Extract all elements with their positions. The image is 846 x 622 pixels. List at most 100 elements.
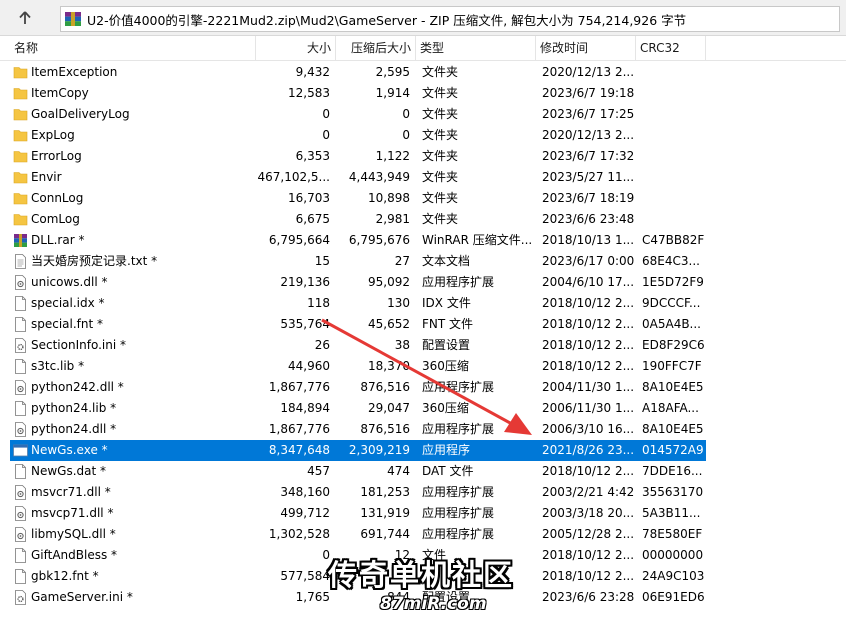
- file-row[interactable]: GoalDeliveryLog 0 0 文件夹 2023/6/7 17:25: [10, 104, 706, 125]
- file-packed-size: 130: [387, 296, 410, 310]
- file-modified: 2023/5/27 11...: [542, 170, 635, 184]
- file-row[interactable]: Envir 467,102,5... 4,443,949 文件夹 2023/5/27 1…: [10, 167, 706, 188]
- file-packed-size: [336, 566, 410, 587]
- file-row[interactable]: python242.dll * 1,867,776 876,516 应用程序扩展 200…: [10, 377, 706, 398]
- file-type: 文件夹: [422, 107, 459, 121]
- file-name: ItemException: [10, 62, 254, 83]
- file-modified: 2003/3/18 20...: [542, 506, 635, 520]
- file-row[interactable]: msvcr71.dll * 348,160 181,253 应用程序扩展 2003/2/…: [10, 482, 706, 503]
- file-packed-size: 1,122: [375, 149, 410, 163]
- file-row[interactable]: ItemCopy 12,583 1,914 文件夹 2023/6/7 19:18: [10, 83, 706, 104]
- file-row[interactable]: special.fnt * 535,764 45,652 FNT 文件 2018/10/…: [10, 314, 706, 335]
- file-row[interactable]: DLL.rar * 6,795,664 6,795,676 WinRAR 压缩文件..…: [10, 230, 706, 251]
- file-packed-size: 1,914: [375, 86, 410, 100]
- file-crc32: 1E5D72F9: [642, 275, 704, 289]
- file-modified: 2020/12/13 2...: [542, 65, 635, 79]
- file-row[interactable]: s3tc.lib * 44,960 18,370 360压缩 2018/10/12 2.…: [10, 356, 706, 377]
- file-name-text: NewGs.exe *: [31, 443, 108, 457]
- file-name: GameServer.ini *: [10, 587, 254, 608]
- column-crc32[interactable]: CRC32: [636, 36, 706, 61]
- file-crc32: [642, 188, 706, 209]
- file-crc32: ED8F29C6: [642, 338, 705, 352]
- blank-file-icon: [13, 569, 28, 584]
- file-size: 1,302,528: [268, 527, 330, 541]
- file-row[interactable]: NewGs.exe * 8,347,648 2,309,219 应用程序 2021/8/…: [10, 440, 706, 461]
- file-type: 文件夹: [422, 170, 459, 184]
- path-field[interactable]: U2-价值4000的引擎-2221Mud2.zip\Mud2\GameServe…: [60, 6, 840, 32]
- column-packed-size[interactable]: 压缩后大小: [336, 36, 416, 61]
- file-type: 应用程序扩展: [422, 485, 495, 499]
- file-name-text: msvcp71.dll *: [31, 506, 114, 520]
- file-modified: 2023/6/17 0:00: [542, 254, 635, 268]
- file-row[interactable]: ItemException 9,432 2,595 文件夹 2020/12/13 2..…: [10, 62, 706, 83]
- file-packed-size: 38: [394, 338, 410, 352]
- file-packed-size: 95,092: [368, 275, 410, 289]
- column-size[interactable]: 大小: [256, 36, 336, 61]
- file-crc32: 0A5A4B...: [642, 317, 701, 331]
- text-file-icon: [13, 254, 28, 269]
- file-row[interactable]: special.idx * 118 130 IDX 文件 2018/10/12 2...…: [10, 293, 706, 314]
- file-row[interactable]: 当天婚房预定记录.txt * 15 27 文本文档 2023/6/17 0:00 68E4…: [10, 251, 706, 272]
- file-row[interactable]: libmySQL.dll * 1,302,528 691,744 应用程序扩展 2005…: [10, 524, 706, 545]
- column-type[interactable]: 类型: [416, 36, 536, 61]
- column-header: 名称 大小 压缩后大小 类型 修改时间 CRC32: [0, 36, 846, 61]
- file-type: WinRAR 压缩文件...: [422, 233, 533, 247]
- file-row[interactable]: ErrorLog 6,353 1,122 文件夹 2023/6/7 17:32: [10, 146, 706, 167]
- file-name-text: GameServer.ini *: [31, 590, 133, 604]
- file-name: s3tc.lib *: [10, 356, 254, 377]
- file-size: 44,960: [288, 359, 330, 373]
- folder-icon: [13, 170, 28, 185]
- file-row[interactable]: ExpLog 0 0 文件夹 2020/12/13 2...: [10, 125, 706, 146]
- file-row[interactable]: gbk12.fnt * 577,584 2018/10/12 2... 24A9C10…: [10, 566, 706, 587]
- file-row[interactable]: ComLog 6,675 2,981 文件夹 2023/6/6 23:48: [10, 209, 706, 230]
- file-modified: 2018/10/12 2...: [542, 464, 635, 478]
- column-name[interactable]: 名称: [10, 36, 256, 61]
- file-packed-size: 10,898: [368, 191, 410, 205]
- dll-file-icon: [13, 485, 28, 500]
- file-type: 文件夹: [422, 65, 459, 79]
- file-type: 文件: [422, 548, 447, 562]
- file-row[interactable]: python24.dll * 1,867,776 876,516 应用程序扩展 2006…: [10, 419, 706, 440]
- file-size: 1,867,776: [268, 380, 330, 394]
- up-level-button[interactable]: [10, 6, 40, 30]
- file-crc32: 8A10E4E5: [642, 380, 704, 394]
- file-list: ItemException 9,432 2,595 文件夹 2020/12/13 2..…: [0, 62, 846, 622]
- file-size: 118: [307, 296, 330, 310]
- file-crc32: [642, 83, 706, 104]
- file-row[interactable]: NewGs.dat * 457 474 DAT 文件 2018/10/12 2... 7D…: [10, 461, 706, 482]
- file-modified: 2018/10/12 2...: [542, 317, 635, 331]
- file-modified: 2023/6/7 19:18: [542, 86, 635, 100]
- file-row[interactable]: unicows.dll * 219,136 95,092 应用程序扩展 2004/6/1…: [10, 272, 706, 293]
- file-crc32: 68E4C3...: [642, 254, 700, 268]
- file-row[interactable]: ConnLog 16,703 10,898 文件夹 2023/6/7 18:19: [10, 188, 706, 209]
- file-crc32: [642, 167, 706, 188]
- file-crc32: 06E91ED6: [642, 590, 705, 604]
- file-name: python242.dll *: [10, 377, 254, 398]
- file-row[interactable]: msvcp71.dll * 499,712 131,919 应用程序扩展 2003/3/…: [10, 503, 706, 524]
- folder-icon: [13, 149, 28, 164]
- file-row[interactable]: GameServer.ini * 1,765 844 配置设置 2023/6/6 23:…: [10, 587, 706, 608]
- blank-file-icon: [13, 296, 28, 311]
- dll-file-icon: [13, 527, 28, 542]
- file-name: Envir: [10, 167, 254, 188]
- file-name-text: special.fnt *: [31, 317, 104, 331]
- file-row[interactable]: SectionInfo.ini * 26 38 配置设置 2018/10/12 2...…: [10, 335, 706, 356]
- file-crc32: [642, 146, 706, 167]
- file-type: 360压缩: [422, 401, 469, 415]
- file-modified: 2023/6/7 18:19: [542, 191, 635, 205]
- blank-file-icon: [13, 317, 28, 332]
- dll-file-icon: [13, 422, 28, 437]
- file-type: 文件夹: [422, 212, 459, 226]
- file-name-text: ExpLog: [31, 128, 75, 142]
- file-size: 184,894: [280, 401, 330, 415]
- dll-file-icon: [13, 506, 28, 521]
- column-modified[interactable]: 修改时间: [536, 36, 636, 61]
- dll-file-icon: [13, 380, 28, 395]
- arrow-up-icon: [19, 11, 31, 24]
- file-row[interactable]: GiftAndBless * 0 12 文件 2018/10/12 2... 000000…: [10, 545, 706, 566]
- file-modified: 2021/8/26 23...: [542, 443, 635, 457]
- file-modified: 2023/6/6 23:28: [542, 590, 635, 604]
- file-name: python24.dll *: [10, 419, 254, 440]
- file-row[interactable]: python24.lib * 184,894 29,047 360压缩 2006/11/…: [10, 398, 706, 419]
- file-size: 6,795,664: [268, 233, 330, 247]
